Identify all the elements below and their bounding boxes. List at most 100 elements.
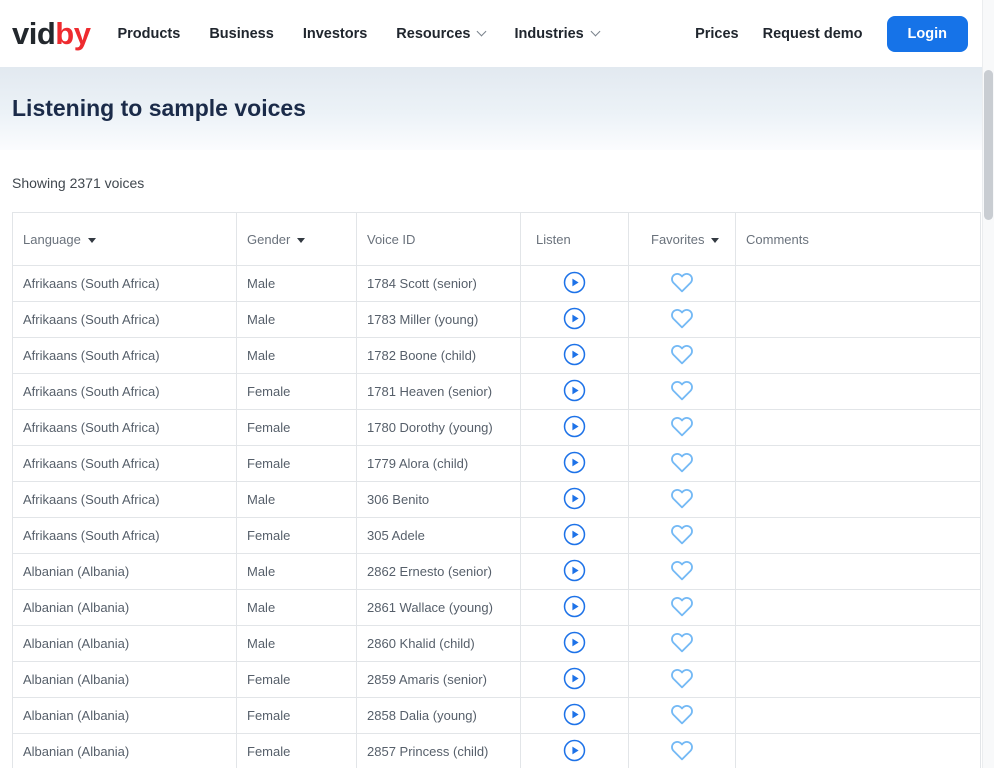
heart-outline-icon xyxy=(669,487,695,513)
nav-item-prices[interactable]: Prices xyxy=(695,26,739,42)
comment-cell xyxy=(735,517,981,554)
favorites-cell xyxy=(628,265,736,302)
comment-cell xyxy=(735,373,981,410)
listen-cell xyxy=(520,517,629,554)
col-header-label: Language xyxy=(23,231,81,247)
comment-cell xyxy=(735,553,981,590)
col-header-label: Listen xyxy=(536,231,571,247)
gender-cell: Female xyxy=(236,733,357,768)
page-header-band: Listening to sample voices xyxy=(0,67,994,150)
favorites-cell xyxy=(628,733,736,768)
comment-cell xyxy=(735,481,981,518)
voice-id-cell: 1784 Scott (senior) xyxy=(356,265,521,302)
top-nav: vidby Products Business Investors Resour… xyxy=(0,0,994,67)
gender-cell: Female xyxy=(236,445,357,482)
voices-table-body: Afrikaans (South Africa) Male 1784 Scott (… xyxy=(12,265,981,768)
nav-item-resources[interactable]: Resources xyxy=(396,25,487,42)
favorite-heart-button[interactable] xyxy=(669,667,695,693)
voice-id-cell: 1783 Miller (young) xyxy=(356,301,521,338)
favorite-heart-button[interactable] xyxy=(669,595,695,621)
favorites-cell xyxy=(628,625,736,662)
favorite-heart-button[interactable] xyxy=(669,271,695,297)
play-button[interactable] xyxy=(563,307,586,333)
nav-item-products[interactable]: Products xyxy=(117,26,180,42)
language-cell: Albanian (Albania) xyxy=(12,625,237,662)
col-header-favorites[interactable]: Favorites xyxy=(628,212,736,266)
play-button[interactable] xyxy=(563,343,586,369)
col-header-comments: Comments xyxy=(735,212,981,266)
favorite-heart-button[interactable] xyxy=(669,703,695,729)
login-button[interactable]: Login xyxy=(886,15,968,52)
heart-outline-icon xyxy=(669,667,695,693)
favorites-cell xyxy=(628,301,736,338)
nav-item-business[interactable]: Business xyxy=(209,26,273,42)
voice-id-cell: 2860 Khalid (child) xyxy=(356,625,521,662)
scrollbar-thumb[interactable] xyxy=(984,70,993,220)
voice-id-cell: 1780 Dorothy (young) xyxy=(356,409,521,446)
favorite-heart-button[interactable] xyxy=(669,487,695,513)
scrollbar[interactable] xyxy=(982,0,994,768)
heart-outline-icon xyxy=(669,451,695,477)
favorite-heart-button[interactable] xyxy=(669,523,695,549)
col-header-language[interactable]: Language xyxy=(12,212,237,266)
voice-id-cell: 2858 Dalia (young) xyxy=(356,697,521,734)
play-button[interactable] xyxy=(563,667,586,693)
voice-id-cell: 2862 Ernesto (senior) xyxy=(356,553,521,590)
heart-outline-icon xyxy=(669,631,695,657)
play-button[interactable] xyxy=(563,271,586,297)
vidby-logo[interactable]: vidby xyxy=(12,16,91,51)
play-circle-icon xyxy=(563,631,586,657)
language-cell: Albanian (Albania) xyxy=(12,697,237,734)
col-header-label: Gender xyxy=(247,231,291,247)
play-circle-icon xyxy=(563,343,586,369)
play-button[interactable] xyxy=(563,559,586,585)
heart-outline-icon xyxy=(669,343,695,369)
favorite-heart-button[interactable] xyxy=(669,343,695,369)
language-cell: Afrikaans (South Africa) xyxy=(12,301,237,338)
play-button[interactable] xyxy=(563,415,586,441)
comment-cell xyxy=(735,661,981,698)
logo-text-vid: vid xyxy=(12,16,56,51)
comment-cell xyxy=(735,625,981,662)
col-header-label: Favorites xyxy=(651,231,705,247)
play-circle-icon xyxy=(563,271,586,297)
language-cell: Afrikaans (South Africa) xyxy=(12,517,237,554)
play-circle-icon xyxy=(563,667,586,693)
nav-item-request-demo[interactable]: Request demo xyxy=(763,26,863,42)
play-button[interactable] xyxy=(563,703,586,729)
nav-item-industries[interactable]: Industries xyxy=(514,26,601,42)
heart-outline-icon xyxy=(669,271,695,297)
favorite-heart-button[interactable] xyxy=(669,379,695,405)
comment-cell xyxy=(735,733,981,768)
nav-item-label: Investors xyxy=(302,25,368,42)
play-button[interactable] xyxy=(563,595,586,621)
play-circle-icon xyxy=(563,379,586,405)
nav-item-investors[interactable]: Investors xyxy=(303,26,367,42)
listen-cell xyxy=(520,337,629,374)
favorite-heart-button[interactable] xyxy=(669,415,695,441)
gender-cell: Male xyxy=(236,301,357,338)
play-button[interactable] xyxy=(563,379,586,405)
listen-cell xyxy=(520,265,629,302)
play-button[interactable] xyxy=(563,487,586,513)
play-circle-icon xyxy=(563,739,586,765)
col-header-label: Voice ID xyxy=(367,231,416,247)
play-button[interactable] xyxy=(563,523,586,549)
voice-id-cell: 305 Adele xyxy=(356,517,521,554)
play-button[interactable] xyxy=(563,631,586,657)
favorite-heart-button[interactable] xyxy=(669,559,695,585)
play-button[interactable] xyxy=(563,451,586,477)
favorite-heart-button[interactable] xyxy=(669,739,695,765)
play-button[interactable] xyxy=(563,739,586,765)
col-header-gender[interactable]: Gender xyxy=(236,212,357,266)
listen-cell xyxy=(520,481,629,518)
favorite-heart-button[interactable] xyxy=(669,451,695,477)
sort-desc-arrow-icon xyxy=(87,237,96,243)
favorite-heart-button[interactable] xyxy=(669,631,695,657)
comment-cell xyxy=(735,265,981,302)
favorite-heart-button[interactable] xyxy=(669,307,695,333)
listen-cell xyxy=(520,373,629,410)
comment-cell xyxy=(735,445,981,482)
nav-item-label: Resources xyxy=(396,25,471,42)
voice-id-cell: 2859 Amaris (senior) xyxy=(356,661,521,698)
